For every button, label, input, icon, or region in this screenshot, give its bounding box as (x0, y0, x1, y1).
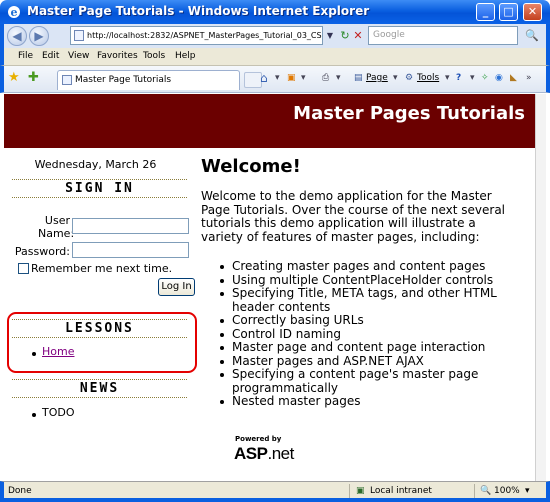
minimize-button[interactable]: _ (476, 3, 495, 21)
url-dropdown-icon[interactable]: ▼ (324, 27, 336, 44)
favorites-star-icon[interactable]: ★ (8, 71, 20, 85)
main-content: Welcome! Welcome to the demo application… (201, 148, 531, 481)
lessons-heading: LESSONS (12, 319, 187, 338)
internet-explorer-icon: e (8, 6, 20, 19)
page-icon: ▤ (354, 73, 363, 83)
globe-icon[interactable]: ◉ (495, 73, 503, 83)
list-item: Master page and content page interaction (201, 340, 519, 355)
svg-text:e: e (11, 6, 18, 19)
list-bullet (32, 413, 36, 417)
address-toolbar: ◀ ▶ http://localhost:2832/ASPNET_MasterP… (0, 24, 550, 48)
menu-file[interactable]: File (18, 51, 33, 61)
close-button[interactable]: ✕ (523, 3, 542, 21)
password-label: Password: (14, 245, 70, 258)
chevron-right-icon[interactable]: » (526, 73, 532, 83)
forward-button[interactable]: ▶ (29, 26, 49, 46)
menu-edit[interactable]: Edit (42, 51, 59, 61)
chevron-down-icon[interactable]: ▾ (525, 486, 530, 496)
status-bar: Done ▣ Local intranet 🔍 100% ▾ (0, 481, 550, 502)
tab-toolbar: ★ ✚ Master Page Tutorials ⌂ ▾ ▣ ▾ ⎙ ▾ ▤ … (0, 66, 550, 93)
page-viewport: Master Pages Tutorials Wednesday, March … (4, 94, 546, 481)
menu-bar: File Edit View Favorites Tools Help (0, 48, 550, 66)
menu-view[interactable]: View (68, 51, 89, 61)
list-item: Nested master pages (201, 394, 519, 409)
forward-arrow-icon: ▶ (34, 29, 44, 43)
sign-in-heading: SIGN IN (12, 179, 187, 198)
feeds-icon[interactable]: ▣ (287, 73, 296, 83)
page-heading: Welcome! (201, 156, 301, 177)
bookmark-icon[interactable]: ◣ (510, 73, 517, 83)
list-bullet (32, 352, 36, 356)
divider (474, 484, 475, 498)
help-icon[interactable]: ? (456, 73, 461, 83)
chevron-down-icon[interactable]: ▾ (445, 73, 450, 83)
intranet-icon: ▣ (356, 486, 365, 496)
current-date: Wednesday, March 26 (34, 158, 157, 171)
search-icon[interactable]: 🔍 (520, 27, 544, 44)
list-item: Using multiple ContentPlaceHolder contro… (201, 273, 519, 288)
password-input[interactable] (72, 242, 189, 258)
zoom-icon[interactable]: 🔍 (480, 486, 491, 496)
research-icon[interactable]: ✧ (481, 73, 489, 83)
page-icon (62, 75, 72, 85)
list-item: Correctly basing URLs (201, 313, 519, 328)
stop-icon[interactable]: ✕ (349, 27, 367, 44)
zoom-level[interactable]: 100% (494, 486, 520, 496)
tab-master-page-tutorials[interactable]: Master Page Tutorials (57, 70, 240, 90)
username-label: User Name: (38, 214, 75, 240)
list-item: Master pages and ASP.NET AJAX (201, 354, 519, 369)
security-zone-label: Local intranet (370, 486, 432, 496)
menu-tools[interactable]: Tools (143, 51, 165, 61)
site-title: Master Pages Tutorials (293, 103, 525, 124)
chevron-down-icon[interactable]: ▾ (393, 73, 398, 83)
list-item: Creating master pages and content pages (201, 259, 519, 274)
page-menu[interactable]: Page (366, 73, 388, 83)
chevron-down-icon[interactable]: ▾ (336, 73, 341, 83)
tools-menu[interactable]: Tools (417, 73, 439, 83)
powered-by-label: Powered by (235, 435, 282, 443)
print-icon[interactable]: ⎙ (322, 73, 329, 83)
menu-help[interactable]: Help (175, 51, 196, 61)
page-icon (74, 30, 84, 41)
aspnet-logo[interactable]: ASP.net (234, 444, 294, 464)
home-icon[interactable]: ⌂ (260, 71, 268, 85)
search-input[interactable]: Google (368, 26, 518, 45)
url-input[interactable]: http://localhost:2832/ASPNET_MasterPages… (70, 26, 323, 45)
feature-list: Creating master pages and content pages … (201, 259, 519, 409)
add-favorite-icon[interactable]: ✚ (28, 71, 39, 85)
vertical-scrollbar[interactable] (535, 94, 546, 481)
username-input[interactable] (72, 218, 189, 234)
chevron-down-icon[interactable]: ▾ (301, 73, 306, 83)
window-title-bar[interactable]: e Master Page Tutorials - Windows Intern… (0, 0, 550, 24)
news-item: TODO (42, 406, 75, 419)
window-title: Master Page Tutorials - Windows Internet… (27, 4, 370, 18)
status-text: Done (8, 486, 32, 496)
intro-paragraph: Welcome to the demo application for the … (201, 189, 506, 244)
list-item: Control ID naming (201, 327, 519, 342)
log-in-button[interactable]: Log In (158, 278, 195, 296)
tab-title: Master Page Tutorials (75, 75, 172, 85)
gear-icon: ⚙ (405, 73, 414, 83)
lesson-link-home[interactable]: Home (42, 345, 74, 358)
divider (349, 484, 350, 498)
url-text: http://localhost:2832/ASPNET_MasterPages… (87, 31, 322, 40)
maximize-button[interactable]: □ (499, 3, 518, 21)
remember-me-label: Remember me next time. (31, 262, 173, 275)
chevron-down-icon[interactable]: ▾ (470, 73, 475, 83)
sidebar: Wednesday, March 26 SIGN IN User Name: Pa… (4, 148, 197, 481)
list-item: Specifying a content page's master page … (201, 367, 519, 395)
back-button[interactable]: ◀ (7, 26, 27, 46)
news-heading: NEWS (12, 379, 187, 398)
remember-me-checkbox[interactable] (18, 263, 29, 274)
chevron-down-icon[interactable]: ▾ (275, 73, 280, 83)
site-header-banner: Master Pages Tutorials (4, 94, 535, 148)
menu-favorites[interactable]: Favorites (97, 51, 138, 61)
list-item: Specifying Title, META tags, and other H… (201, 286, 519, 314)
back-arrow-icon: ◀ (12, 29, 22, 43)
